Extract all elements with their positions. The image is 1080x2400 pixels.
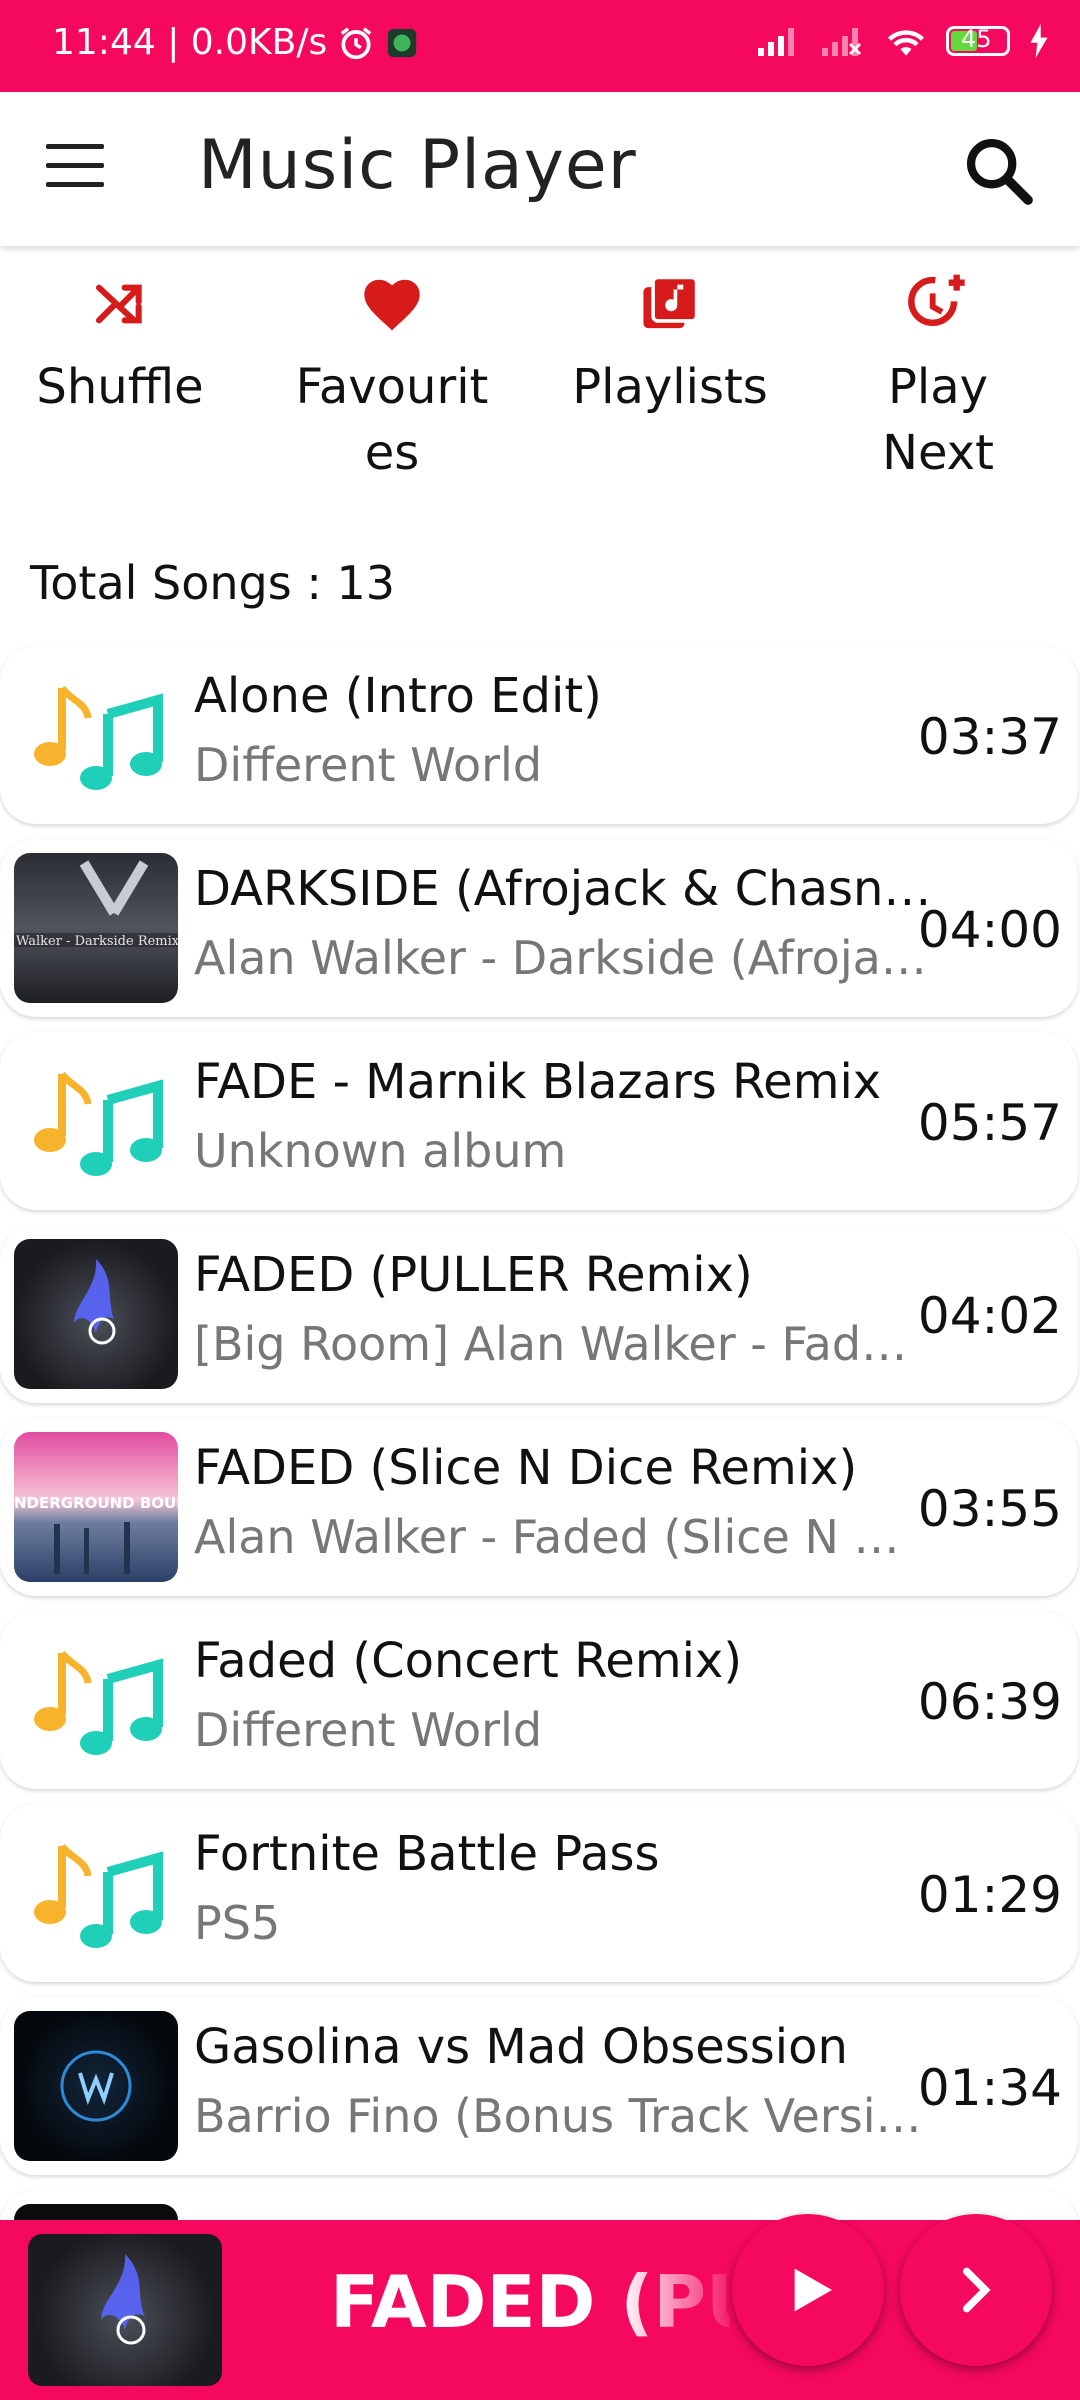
album-art bbox=[14, 2011, 178, 2161]
music-note-icon bbox=[14, 1818, 178, 1968]
app-title: Music Player bbox=[198, 126, 637, 205]
song-album: Different World bbox=[194, 1703, 543, 1757]
song-album: Barrio Fino (Bonus Track Version) bbox=[194, 2089, 934, 2143]
song-duration: 01:29 bbox=[917, 1866, 1062, 1924]
music-note-icon bbox=[14, 1625, 178, 1775]
now-playing-art[interactable] bbox=[28, 2234, 222, 2386]
shuffle-button[interactable]: Shuffle bbox=[0, 272, 240, 420]
song-duration: 05:57 bbox=[917, 1094, 1062, 1152]
total-songs: Total Songs : 13 bbox=[30, 556, 395, 610]
song-title: FADED (Slice N Dice Remix) bbox=[194, 1440, 858, 1496]
song-title: Fortnite Battle Pass bbox=[194, 1826, 660, 1882]
status-left: 11:44 | 0.0KB/s bbox=[52, 22, 419, 63]
list-item[interactable]: Alone (Intro Edit) Different World 03:37 bbox=[0, 646, 1078, 824]
list-item[interactable]: FADED (PULLER Remix) [Big Room] Alan Wal… bbox=[0, 1225, 1078, 1403]
search-icon[interactable] bbox=[960, 132, 1036, 208]
music-note-icon bbox=[14, 1046, 178, 1196]
song-album: Different World bbox=[194, 738, 543, 792]
album-art-text: NDERGROUND BOUNC bbox=[14, 1494, 178, 1512]
song-title: Gasolina vs Mad Obsession bbox=[194, 2019, 848, 2075]
music-note-icon bbox=[14, 660, 178, 810]
song-duration: 04:02 bbox=[917, 1287, 1062, 1345]
song-duration: 04:00 bbox=[917, 901, 1062, 959]
list-item[interactable]: NDERGROUND BOUNC FADED (Slice N Dice Rem… bbox=[0, 1418, 1078, 1596]
app-bar: Music Player bbox=[0, 92, 1080, 246]
play-icon bbox=[794, 2268, 832, 2312]
album-art: NDERGROUND BOUNC bbox=[14, 1432, 178, 1582]
play-next-label: Play Next bbox=[882, 359, 994, 481]
list-item[interactable]: Gasolina vs Mad Obsession Barrio Fino (B… bbox=[0, 1997, 1078, 2175]
song-album: [Big Room] Alan Walker - Faded (PULLER R… bbox=[194, 1317, 934, 1371]
song-album: PS5 bbox=[194, 1896, 281, 1950]
album-art bbox=[14, 1239, 178, 1389]
next-button[interactable] bbox=[900, 2214, 1052, 2366]
battery-icon: 45 bbox=[946, 25, 1010, 56]
song-title: FADE - Marnik Blazars Remix bbox=[194, 1054, 882, 1110]
notification-app-icon bbox=[388, 28, 417, 57]
quick-actions: Shuffle Favourites Playlists Play Next bbox=[0, 272, 1080, 502]
play-next-clock-icon bbox=[908, 274, 965, 326]
no-signal-icon bbox=[822, 28, 862, 56]
list-item[interactable]: Walker - Darkside Remix 20 DARKSIDE (Afr… bbox=[0, 839, 1078, 1017]
playlists-button[interactable]: Playlists bbox=[550, 272, 790, 420]
heart-icon bbox=[364, 279, 420, 331]
shuffle-icon bbox=[95, 284, 142, 324]
wifi-icon bbox=[887, 30, 925, 56]
menu-icon[interactable] bbox=[46, 144, 104, 190]
chevron-right-icon bbox=[962, 2267, 991, 2313]
song-title: DARKSIDE (Afrojack & Chasner Remix) bbox=[194, 861, 944, 917]
favourites-button[interactable]: Favourites bbox=[272, 272, 512, 486]
status-bar: 11:44 | 0.0KB/s 45 bbox=[0, 0, 1080, 92]
song-duration: 03:37 bbox=[917, 708, 1062, 766]
playlist-icon bbox=[643, 275, 699, 329]
song-title: Faded (Concert Remix) bbox=[194, 1633, 743, 1689]
signal-icon bbox=[758, 28, 794, 56]
list-item[interactable]: Faded (Concert Remix) Different World 06… bbox=[0, 1611, 1078, 1789]
song-title: Alone (Intro Edit) bbox=[194, 668, 602, 724]
playlists-label: Playlists bbox=[572, 359, 768, 415]
song-album: Unknown album bbox=[194, 1124, 567, 1178]
play-next-button[interactable]: Play Next bbox=[818, 272, 1058, 486]
shuffle-label: Shuffle bbox=[36, 359, 204, 415]
list-item[interactable]: FADE - Marnik Blazars Remix Unknown albu… bbox=[0, 1032, 1078, 1210]
now-playing-bar[interactable]: FADED (PULLER Remix) bbox=[0, 2214, 1080, 2400]
status-time-speed: 11:44 | 0.0KB/s bbox=[52, 22, 328, 63]
play-button[interactable] bbox=[732, 2214, 884, 2366]
alarm-icon bbox=[340, 26, 372, 59]
battery-level: 45 bbox=[961, 25, 992, 53]
status-right: 45 bbox=[756, 24, 1050, 58]
title-fade bbox=[620, 2240, 740, 2380]
song-duration: 01:34 bbox=[917, 2059, 1062, 2117]
song-duration: 03:55 bbox=[917, 1480, 1062, 1538]
list-item[interactable]: Fortnite Battle Pass PS5 01:29 bbox=[0, 1804, 1078, 1982]
song-album: Alan Walker - Darkside (Afrojack & Chasn… bbox=[194, 931, 934, 985]
favourites-label: Favourites bbox=[295, 359, 489, 481]
album-art: Walker - Darkside Remix 20 bbox=[14, 853, 178, 1003]
song-title: FADED (PULLER Remix) bbox=[194, 1247, 753, 1303]
song-duration: 06:39 bbox=[917, 1673, 1062, 1731]
album-art-text: Walker - Darkside Remix 20 bbox=[16, 934, 178, 949]
song-album: Alan Walker - Faded (Slice N Dice Remix) bbox=[194, 1510, 934, 1564]
charging-icon bbox=[1030, 24, 1048, 58]
